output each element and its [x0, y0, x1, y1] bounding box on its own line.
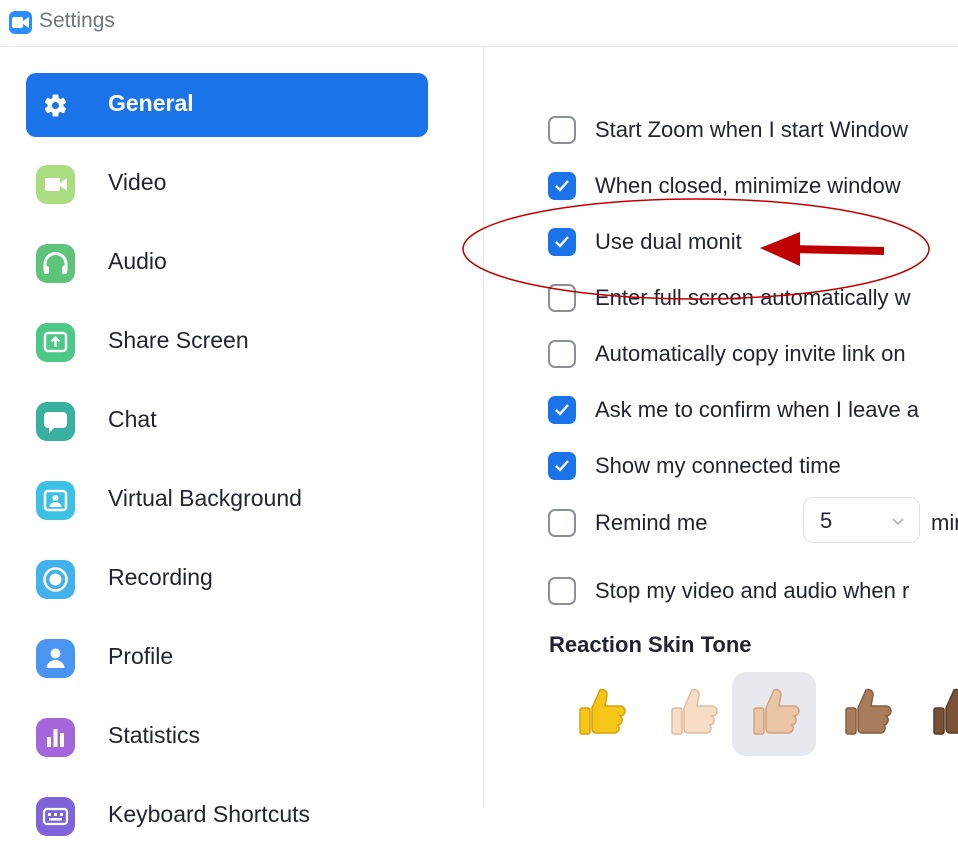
checkbox[interactable] — [548, 577, 576, 605]
virtual-background-icon — [36, 481, 75, 520]
skin-tone-light[interactable] — [650, 672, 734, 756]
gear-icon — [36, 86, 75, 125]
sidebar-item-statistics[interactable]: Statistics — [26, 705, 428, 769]
option-copy-invite-link[interactable]: Automatically copy invite link on — [548, 340, 958, 372]
sidebar-item-audio[interactable]: Audio — [26, 231, 428, 295]
checkbox[interactable] — [548, 452, 576, 480]
sidebar-label-virtual-background: Virtual Background — [108, 485, 302, 511]
bar-chart-icon — [36, 718, 75, 757]
sidebar-item-video[interactable]: Video — [26, 152, 428, 216]
option-full-screen[interactable]: Enter full screen automatically w — [548, 284, 958, 316]
option-label: Stop my video and audio when r — [595, 578, 910, 603]
reaction-skin-tone-title: Reaction Skin Tone — [549, 632, 752, 657]
window-title: Settings — [39, 9, 115, 32]
checkbox[interactable] — [548, 116, 576, 144]
skin-tone-medium-light[interactable] — [732, 672, 816, 756]
skin-tone-medium-dark[interactable] — [912, 672, 958, 756]
checkbox[interactable] — [548, 340, 576, 368]
option-label: When closed, minimize window — [595, 173, 901, 198]
skin-tone-default[interactable] — [558, 672, 642, 756]
sidebar-label-statistics: Statistics — [108, 722, 201, 748]
option-start-zoom[interactable]: Start Zoom when I start Window — [548, 116, 958, 148]
checkmark-icon — [555, 180, 569, 192]
sidebar-item-general[interactable]: General — [26, 73, 428, 137]
option-label: Ask me to confirm when I leave a — [595, 397, 920, 422]
sidebar-item-profile[interactable]: Profile — [26, 626, 428, 690]
checkbox[interactable] — [548, 396, 576, 424]
thumbs-up-icon — [671, 688, 718, 735]
option-connected-time[interactable]: Show my connected time — [548, 452, 958, 484]
sidebar-label-video: Video — [108, 169, 167, 195]
settings-sidebar: General Video Audio Share Screen Chat Vi… — [0, 47, 484, 836]
option-stop-video-audio[interactable]: Stop my video and audio when r — [548, 577, 958, 609]
checkmark-icon — [555, 404, 569, 416]
option-minimize-on-close[interactable]: When closed, minimize window — [548, 172, 958, 204]
sidebar-item-keyboard-shortcuts[interactable]: Keyboard Shortcuts — [26, 784, 428, 848]
checkmark-icon — [555, 236, 569, 248]
checkmark-icon — [555, 460, 569, 472]
remind-minutes-value: 5 — [820, 508, 833, 533]
chevron-down-icon — [892, 518, 904, 526]
person-icon — [36, 639, 75, 678]
option-label: Start Zoom when I start Window — [595, 117, 908, 142]
sidebar-item-virtual-background[interactable]: Virtual Background — [26, 468, 428, 532]
remind-minutes-suffix: minutes — [931, 510, 958, 535]
checkbox[interactable] — [548, 284, 576, 312]
headphones-icon — [36, 244, 75, 283]
sidebar-item-share-screen[interactable]: Share Screen — [26, 310, 428, 374]
zoom-camera-icon — [9, 11, 32, 34]
sidebar-label-profile: Profile — [108, 643, 174, 669]
option-label: Show my connected time — [595, 453, 841, 478]
sidebar-label-share-screen: Share Screen — [108, 327, 249, 353]
option-remind-me[interactable]: Remind me 5 minutes — [548, 497, 958, 543]
option-dual-monitors[interactable]: Use dual monit — [548, 228, 958, 260]
option-label: Remind me — [595, 510, 708, 535]
sidebar-label-chat: Chat — [108, 406, 157, 432]
title-bar: Settings — [0, 0, 958, 46]
keyboard-icon — [36, 797, 75, 836]
sidebar-label-recording: Recording — [108, 564, 213, 590]
checkbox[interactable] — [548, 172, 576, 200]
skin-tone-medium[interactable] — [824, 672, 908, 756]
chat-bubble-icon — [36, 402, 75, 441]
checkbox[interactable] — [548, 509, 576, 537]
sidebar-label-general: General — [108, 90, 194, 116]
general-settings-panel: Start Zoom when I start Window When clos… — [484, 47, 958, 808]
option-confirm-leave[interactable]: Ask me to confirm when I leave a — [548, 396, 958, 428]
sidebar-item-recording[interactable]: Recording — [26, 547, 428, 611]
video-camera-icon — [36, 165, 75, 204]
thumbs-up-icon — [753, 688, 800, 735]
option-label: Enter full screen automatically w — [595, 285, 911, 310]
option-label: Use dual monit — [595, 229, 742, 254]
share-screen-icon — [36, 323, 75, 362]
record-icon — [36, 560, 75, 599]
remind-minutes-select[interactable]: 5 — [803, 497, 920, 543]
sidebar-label-keyboard-shortcuts: Keyboard Shortcuts — [108, 801, 311, 827]
thumbs-up-icon — [933, 688, 958, 735]
option-label: Automatically copy invite link on — [595, 341, 906, 366]
thumbs-up-icon — [845, 688, 892, 735]
checkbox[interactable] — [548, 228, 576, 256]
sidebar-label-audio: Audio — [108, 248, 167, 274]
sidebar-item-chat[interactable]: Chat — [26, 389, 428, 453]
thumbs-up-icon — [579, 688, 626, 735]
